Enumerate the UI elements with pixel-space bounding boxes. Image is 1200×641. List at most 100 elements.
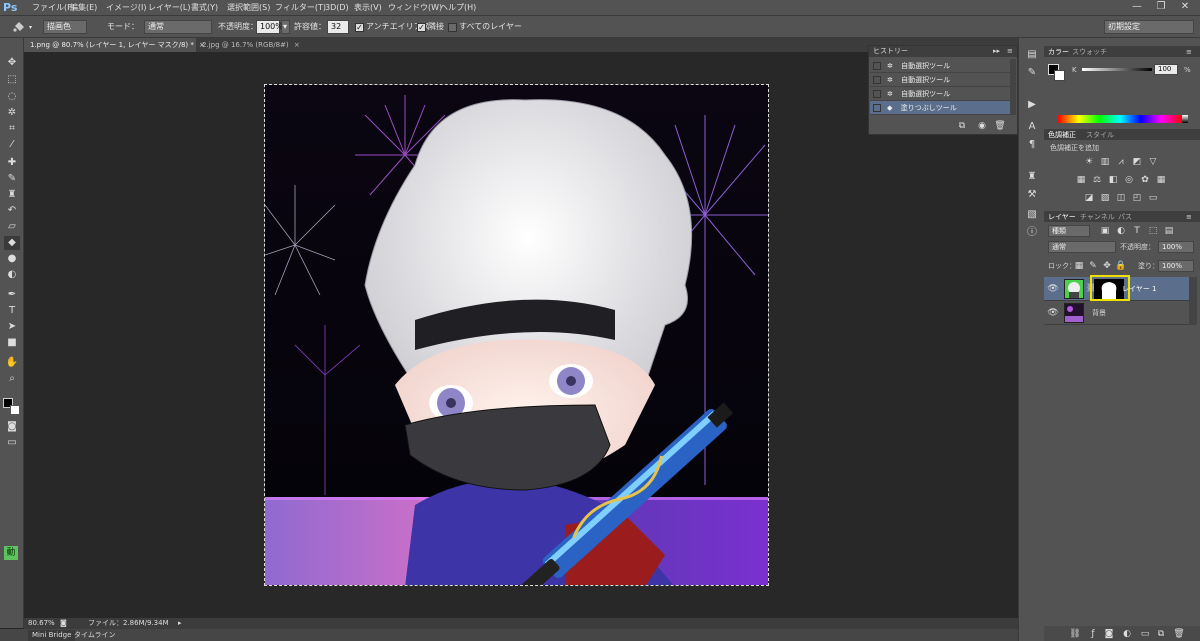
menu-select[interactable]: 選択範囲(S)	[227, 0, 270, 16]
history-panel-icon[interactable]: ▤	[1025, 48, 1039, 62]
brush-tool-icon[interactable]: ✎	[4, 172, 20, 186]
adjustment-layer-icon[interactable]: ◐	[1120, 628, 1134, 640]
menu-filter[interactable]: フィルター(T)	[275, 0, 326, 16]
tolerance-input[interactable]: 32	[327, 20, 349, 34]
path-selection-tool-icon[interactable]: ➤	[4, 320, 20, 334]
levels-icon[interactable]: ▥	[1098, 156, 1112, 168]
filter-adjustment-icon[interactable]: ◐	[1114, 225, 1128, 237]
gradient-map-icon[interactable]: ▭	[1146, 192, 1160, 204]
paragraph-panel-icon[interactable]: ¶	[1025, 138, 1039, 152]
history-item[interactable]: ✲ 自動選択ツール	[870, 73, 1010, 87]
tab-document-2[interactable]: 2.jpg @ 16.7% (RGB/8#) ×	[196, 38, 300, 52]
history-item[interactable]: ✲ 自動選択ツール	[870, 59, 1010, 73]
quick-mask-icon[interactable]: ◙	[4, 420, 20, 434]
menu-edit[interactable]: 編集(E)	[70, 0, 97, 16]
layer-thumbnail[interactable]	[1064, 279, 1084, 299]
menu-3d[interactable]: 3D(D)	[325, 0, 349, 16]
snapshot-checkbox[interactable]	[873, 76, 881, 84]
tool-preset-arrow-icon[interactable]: ▾	[29, 22, 32, 34]
menu-layer[interactable]: レイヤー(L)	[148, 0, 190, 16]
photo-filter-icon[interactable]: ◎	[1122, 174, 1136, 186]
paint-bucket-icon[interactable]	[12, 20, 26, 34]
snapshot-checkbox[interactable]	[873, 104, 881, 112]
visibility-eye-icon[interactable]: 👁	[1046, 307, 1060, 319]
history-item[interactable]: ✲ 自動選択ツール	[870, 87, 1010, 101]
new-layer-icon[interactable]: ⧉	[1154, 628, 1168, 640]
snapshot-camera-icon[interactable]: ◉	[975, 120, 989, 132]
hand-tool-icon[interactable]: ✋	[4, 356, 20, 370]
menu-file[interactable]: ファイル(F)	[32, 0, 75, 16]
restore-button[interactable]: ❐	[1152, 0, 1170, 14]
info-icon[interactable]: ⓘ	[1025, 226, 1039, 240]
zoom-level[interactable]: 80.67%	[28, 618, 55, 629]
tab-document-1[interactable]: 1.png @ 80.7% (レイヤー 1, レイヤー マスク/8) * ×	[24, 38, 205, 52]
eyedropper-tool-icon[interactable]: ⁄	[4, 138, 20, 152]
opacity-dropdown-icon[interactable]: ▾	[281, 20, 290, 34]
type-tool-icon[interactable]: T	[4, 304, 20, 318]
animation-plugin-icon[interactable]: 動	[4, 546, 18, 560]
menu-window[interactable]: ウィンドウ(W)	[388, 0, 442, 16]
menu-help[interactable]: ヘルプ(H)	[440, 0, 476, 16]
channel-mixer-icon[interactable]: ✿	[1138, 174, 1152, 186]
status-arrow-icon[interactable]: ▸	[178, 618, 182, 629]
channel-slider[interactable]	[1082, 68, 1152, 71]
magic-wand-tool-icon[interactable]: ✲	[4, 106, 20, 120]
status-info-icon[interactable]: ◙	[60, 618, 67, 629]
zoom-tool-icon[interactable]: ⌕	[4, 372, 20, 386]
actions-panel-icon[interactable]: ▶	[1025, 98, 1039, 112]
panel-menu-icon[interactable]: ≡	[1186, 47, 1192, 57]
navigator-icon[interactable]: ▧	[1025, 208, 1039, 222]
panel-collapse-icon[interactable]: ▸▸	[993, 46, 1000, 56]
lock-transparency-icon[interactable]: ▦	[1072, 260, 1086, 272]
invert-icon[interactable]: ◪	[1082, 192, 1096, 204]
all-layers-checkbox[interactable]	[448, 23, 457, 32]
minimize-button[interactable]: —	[1128, 0, 1146, 14]
color-balance-icon[interactable]: ⚖	[1090, 174, 1104, 186]
clone-source-icon[interactable]: ♜	[1025, 170, 1039, 184]
tab-channels[interactable]: チャンネル	[1080, 212, 1115, 222]
new-document-from-state-icon[interactable]: ⧉	[955, 120, 969, 132]
close-window-button[interactable]: ✕	[1176, 0, 1194, 14]
history-item-selected[interactable]: ◆ 塗りつぶしツール	[870, 101, 1010, 115]
add-mask-icon[interactable]: ◙	[1102, 628, 1116, 640]
antialias-checkbox[interactable]: ✓	[355, 23, 364, 32]
marquee-tool-icon[interactable]: ⬚	[4, 73, 20, 87]
brush-panel-icon[interactable]: ✎	[1025, 66, 1039, 80]
layer-row[interactable]: 👁 背景	[1044, 301, 1189, 325]
new-group-icon[interactable]: ▭	[1138, 628, 1152, 640]
healing-brush-tool-icon[interactable]: ✚	[4, 156, 20, 170]
selective-color-icon[interactable]: ◰	[1130, 192, 1144, 204]
character-panel-icon[interactable]: A	[1025, 120, 1039, 134]
black-white-ramp[interactable]	[1182, 115, 1188, 123]
black-white-icon[interactable]: ◧	[1106, 174, 1120, 186]
filter-shape-icon[interactable]: ⬚	[1146, 225, 1160, 237]
filter-type-icon[interactable]: T	[1130, 225, 1144, 237]
tab-mini-bridge[interactable]: Mini Bridge	[28, 630, 76, 641]
blend-mode-select[interactable]: 通常	[1048, 241, 1116, 253]
tab-adjustments[interactable]: 色調補正	[1048, 130, 1076, 140]
screen-mode-icon[interactable]: ▭	[4, 436, 20, 450]
tab-layers[interactable]: レイヤー	[1048, 212, 1076, 222]
tab-close-icon[interactable]: ×	[294, 41, 300, 49]
document-artwork[interactable]	[264, 84, 769, 586]
lasso-tool-icon[interactable]: ◌	[4, 90, 20, 104]
posterize-icon[interactable]: ▨	[1098, 192, 1112, 204]
tab-swatches[interactable]: スウォッチ	[1072, 47, 1107, 57]
color-lookup-icon[interactable]: ▦	[1154, 174, 1168, 186]
crop-tool-icon[interactable]: ⌗	[4, 122, 20, 136]
layer-thumbnail[interactable]	[1064, 303, 1084, 323]
opacity-input[interactable]: 100%	[256, 20, 283, 34]
clone-stamp-tool-icon[interactable]: ♜	[4, 188, 20, 202]
curves-icon[interactable]: ⩘	[1114, 156, 1128, 168]
filter-smart-object-icon[interactable]: ▤	[1162, 225, 1176, 237]
visibility-eye-icon[interactable]: 👁	[1046, 283, 1060, 295]
menu-type[interactable]: 書式(Y)	[191, 0, 218, 16]
fill-input[interactable]: 100%	[1158, 260, 1194, 272]
link-layers-icon[interactable]: ⛓	[1068, 628, 1082, 640]
panel-menu-icon[interactable]: ≡	[1007, 46, 1013, 56]
hue-saturation-icon[interactable]: ▦	[1074, 174, 1088, 186]
panel-menu-icon[interactable]: ≡	[1186, 212, 1192, 222]
lock-pixels-icon[interactable]: ✎	[1086, 260, 1100, 272]
layer-filter-select[interactable]: 種類	[1048, 225, 1090, 237]
channel-value-input[interactable]: 100	[1154, 64, 1178, 75]
